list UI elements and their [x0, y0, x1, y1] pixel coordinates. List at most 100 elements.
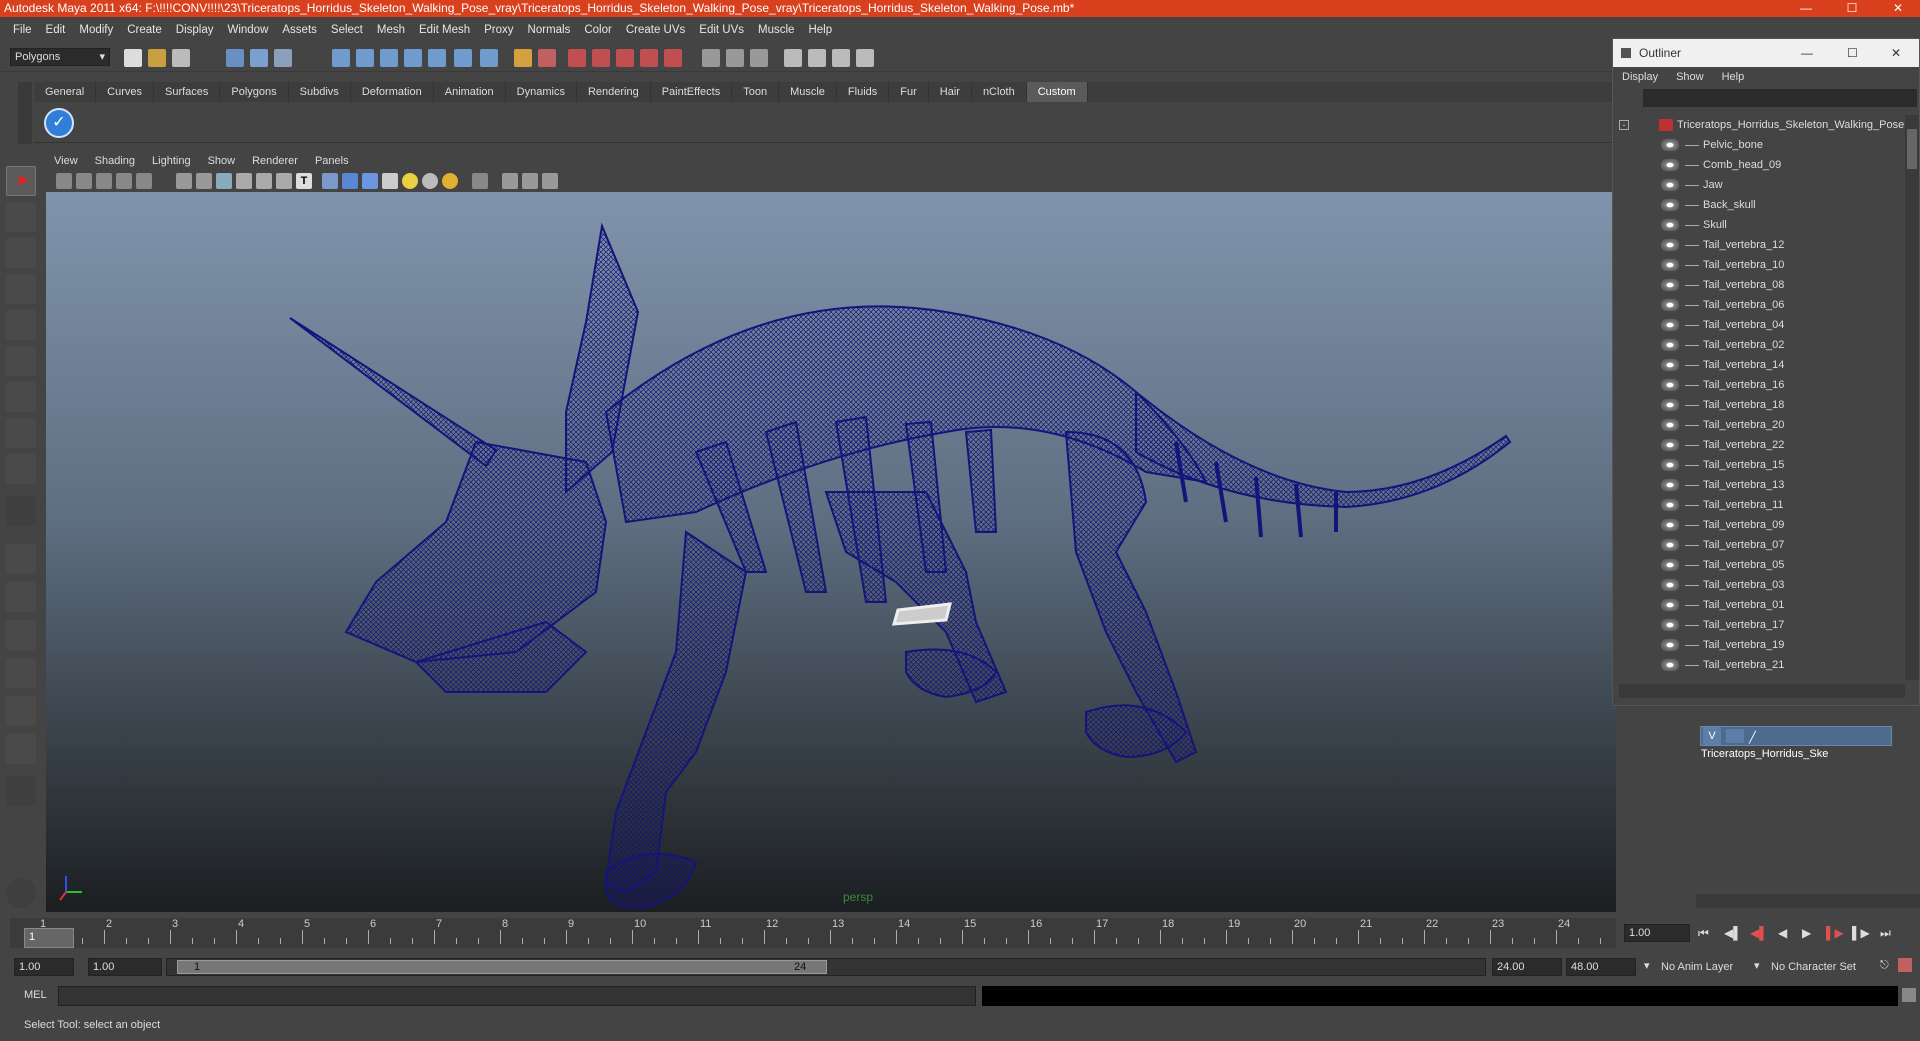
close-icon[interactable]: ✕ [1878, 0, 1918, 16]
hypershade-layout-icon[interactable] [6, 696, 36, 726]
tab-surfaces[interactable]: Surfaces [154, 82, 221, 102]
snap-curve-icon[interactable] [356, 49, 374, 67]
single-perspective-layout-icon[interactable] [6, 544, 36, 574]
panel-menu-show[interactable]: Show [200, 152, 245, 170]
lasso-tool-icon[interactable] [6, 202, 36, 232]
menu-normals[interactable]: Normals [521, 24, 578, 36]
command-language-label[interactable]: MEL [24, 989, 47, 1001]
shelf-menu-handle[interactable] [18, 82, 32, 144]
triceratops-skeleton-wireframe[interactable] [46, 192, 1616, 912]
command-input[interactable] [58, 986, 976, 1006]
animation-start-field[interactable]: 1.00 [14, 958, 74, 976]
snap-point-icon[interactable] [380, 49, 398, 67]
image-plane-icon[interactable] [96, 173, 112, 189]
tab-dynamics[interactable]: Dynamics [506, 82, 577, 102]
menu-assets[interactable]: Assets [275, 24, 324, 36]
new-scene-icon[interactable] [124, 49, 142, 67]
script-editor-icon[interactable] [1902, 988, 1916, 1002]
list-item[interactable]: Tail_vertebra_19 [1613, 635, 1905, 655]
ipr-render-icon[interactable] [592, 49, 610, 67]
textured-icon[interactable] [382, 173, 398, 189]
list-item[interactable]: Tail_vertebra_05 [1613, 555, 1905, 575]
tab-rendering[interactable]: Rendering [577, 82, 651, 102]
gate-mask-icon[interactable] [236, 173, 252, 189]
list-item[interactable]: Tail_vertebra_15 [1613, 455, 1905, 475]
menu-select[interactable]: Select [324, 24, 370, 36]
step-forward-key-icon[interactable]: ▌▶ [1826, 926, 1844, 940]
maximize-icon[interactable]: ☐ [1832, 0, 1872, 16]
select-component-icon[interactable] [274, 49, 292, 67]
outliner-filter-field[interactable] [1643, 89, 1917, 107]
help-line-icon[interactable] [480, 49, 498, 67]
layer-row[interactable]: V ╱ Triceratops_Horridus_Ske [1700, 726, 1892, 760]
all-lights-icon[interactable] [422, 173, 438, 189]
collapse-icon[interactable]: - [1619, 120, 1629, 130]
layer-horizontal-scrollbar[interactable] [1696, 894, 1920, 908]
outliner-vertical-scrollbar[interactable] [1905, 115, 1919, 680]
menu-edit-mesh[interactable]: Edit Mesh [412, 24, 477, 36]
outliner-horizontal-scrollbar[interactable] [1619, 684, 1905, 698]
safe-action-icon[interactable] [276, 173, 292, 189]
tab-fluids[interactable]: Fluids [837, 82, 890, 102]
time-slider[interactable]: 1 2 3 4 5 6 7 8 9 10 11 12 13 14 15 16 17 18 19 20 21 22 23 24 … [10, 918, 1616, 948]
menu-window[interactable]: Window [220, 24, 275, 36]
list-item[interactable]: Tail_vertebra_13 [1613, 475, 1905, 495]
menu-color[interactable]: Color [577, 24, 618, 36]
step-back-key-icon[interactable]: ◀▌ [1750, 926, 1768, 940]
go-to-start-icon[interactable]: ⏮ [1698, 926, 1709, 941]
step-forward-icon[interactable]: ▌▶ [1852, 926, 1870, 940]
tab-muscle[interactable]: Muscle [779, 82, 837, 102]
menu-create[interactable]: Create [120, 24, 169, 36]
menu-file[interactable]: File [6, 24, 39, 36]
grease-pencil-icon[interactable] [136, 173, 152, 189]
list-item[interactable]: Back_skull [1613, 195, 1905, 215]
layout-options-icon[interactable] [6, 776, 36, 806]
default-light-icon[interactable] [402, 173, 418, 189]
dope-sheet-icon[interactable] [832, 49, 850, 67]
list-item[interactable]: Skull [1613, 215, 1905, 235]
menu-modify[interactable]: Modify [72, 24, 120, 36]
select-hierarchy-icon[interactable] [226, 49, 244, 67]
list-item[interactable]: Tail_vertebra_17 [1613, 615, 1905, 635]
list-item[interactable]: Tail_vertebra_16 [1613, 375, 1905, 395]
outliner-menu-show[interactable]: Show [1667, 67, 1713, 87]
x-ray-joints-icon[interactable] [522, 173, 538, 189]
list-item[interactable]: Tail_vertebra_04 [1613, 315, 1905, 335]
perspective-viewport[interactable] [46, 192, 1616, 912]
anim-layer-select[interactable]: No Anim Layer [1656, 958, 1752, 976]
menu-edit-uvs[interactable]: Edit UVs [692, 24, 751, 36]
safe-title-icon[interactable]: T [296, 173, 312, 189]
layer-type-toggle[interactable] [1726, 729, 1745, 744]
soft-modification-icon[interactable] [6, 418, 36, 448]
layer-visibility-toggle[interactable]: V [1703, 727, 1721, 745]
menu-mesh[interactable]: Mesh [370, 24, 412, 36]
chevron-down-icon[interactable]: ▾ [1754, 959, 1760, 972]
menu-create-uvs[interactable]: Create UVs [619, 24, 692, 36]
list-item[interactable]: Tail_vertebra_22 [1613, 435, 1905, 455]
tab-curves[interactable]: Curves [96, 82, 154, 102]
render-view-icon[interactable] [664, 49, 682, 67]
wireframe-on-shaded-icon[interactable] [362, 173, 378, 189]
animation-end-field[interactable]: 48.00 [1566, 958, 1636, 976]
render-region-icon[interactable] [538, 49, 556, 67]
list-item[interactable]: Tail_vertebra_10 [1613, 255, 1905, 275]
list-item[interactable]: Jaw [1613, 175, 1905, 195]
hand-icon[interactable] [6, 878, 36, 908]
history-icon[interactable] [454, 49, 472, 67]
hypershade-icon[interactable] [640, 49, 658, 67]
list-item[interactable]: Comb_head_09 [1613, 155, 1905, 175]
wireframe-icon[interactable] [322, 173, 338, 189]
tab-general[interactable]: General [34, 82, 97, 102]
panel-menu-shading[interactable]: Shading [87, 152, 144, 170]
film-gate-icon[interactable] [196, 173, 212, 189]
playback-end-field[interactable]: 24.00 [1492, 958, 1562, 976]
close-icon[interactable]: ✕ [1891, 39, 1901, 67]
list-item[interactable]: Tail_vertebra_21 [1613, 655, 1905, 675]
chevron-down-icon[interactable]: ▾ [1644, 959, 1650, 972]
list-item[interactable]: Tail_vertebra_03 [1613, 575, 1905, 595]
panel-menu-lighting[interactable]: Lighting [144, 152, 200, 170]
range-slider-handle[interactable]: 1 24 [177, 960, 827, 974]
grid-icon[interactable] [176, 173, 192, 189]
render-frame-icon[interactable] [568, 49, 586, 67]
outliner-menu-help[interactable]: Help [1713, 67, 1754, 87]
